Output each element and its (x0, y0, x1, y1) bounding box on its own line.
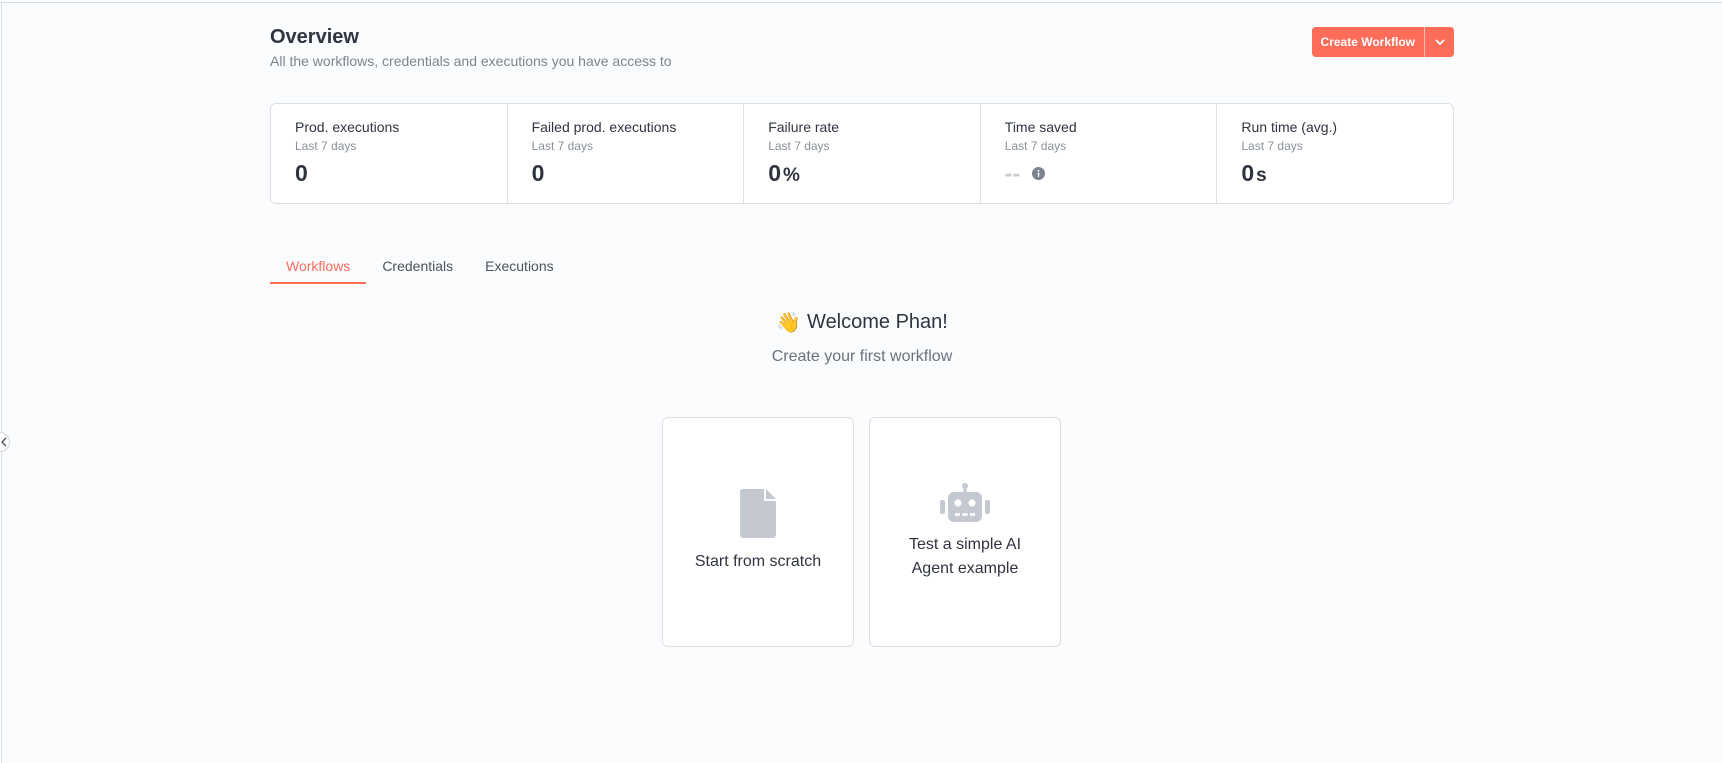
robot-icon (940, 483, 990, 523)
stat-period: Last 7 days (768, 139, 830, 153)
stat-value: -- (1005, 159, 1193, 187)
sidebar-collapse-toggle[interactable] (0, 432, 10, 452)
welcome-subtitle: Create your first workflow (771, 348, 953, 365)
create-workflow-button[interactable]: Create Workflow (1311, 27, 1424, 57)
tab-executions[interactable]: Executions (469, 252, 569, 284)
stat-period: Last 7 days (1004, 139, 1067, 153)
chevron-left-icon (1, 437, 7, 447)
stat-unit: % (782, 165, 800, 186)
stat-value: 0 % (768, 159, 956, 190)
sidebar-edge (1, 3, 2, 763)
stat-value: 0 s (1241, 159, 1429, 190)
stat-unit: s (1256, 165, 1267, 186)
stat-failed-prod-executions[interactable]: Failed prod. executions Last 7 days 0 (508, 104, 745, 203)
chevron-down-icon (1435, 39, 1444, 45)
card-label: Test a simple AI Agent example (908, 536, 1022, 577)
stat-label: Failed prod. executions (531, 119, 677, 135)
stat-period: Last 7 days (531, 139, 593, 153)
stat-period: Last 7 days (295, 139, 357, 153)
stat-time-saved[interactable]: Time saved Last 7 days -- (981, 104, 1218, 203)
stat-run-time-avg[interactable]: Run time (avg.) Last 7 days 0 s (1217, 104, 1453, 203)
tab-workflows[interactable]: Workflows (270, 252, 367, 284)
file-icon (740, 489, 776, 538)
card-label: Start from scratch (694, 553, 822, 570)
waving-hand-icon: 👋 (776, 312, 802, 334)
tab-credentials[interactable]: Credentials (366, 252, 469, 284)
stat-prod-executions[interactable]: Prod. executions Last 7 days 0 (271, 104, 508, 203)
stat-number: 0 (1241, 160, 1255, 186)
stat-label: Prod. executions (295, 119, 400, 135)
stat-number: 0 (295, 160, 308, 186)
starter-cards: Start from scratch Test a simple AI Agen… (662, 417, 1061, 647)
ai-agent-example-card[interactable]: Test a simple AI Agent example (869, 417, 1061, 647)
welcome-title: Welcome Phan! (807, 311, 948, 333)
welcome-heading: 👋 Welcome Phan! (270, 310, 1454, 335)
create-workflow-split-button: Create Workflow (1311, 27, 1454, 57)
stat-value: 0 (532, 159, 720, 187)
stat-number: 0 (768, 160, 781, 186)
info-icon[interactable] (1032, 166, 1046, 180)
insights-summary: Prod. executions Last 7 days 0 Failed pr… (270, 103, 1454, 204)
stat-failure-rate[interactable]: Failure rate Last 7 days 0 % (744, 104, 981, 203)
start-from-scratch-card[interactable]: Start from scratch (662, 417, 854, 647)
create-options-dropdown[interactable] (1425, 27, 1454, 57)
stat-number: 0 (531, 160, 545, 186)
stat-label: Run time (avg.) (1241, 119, 1338, 135)
overview-tabs: Workflows Credentials Executions (270, 252, 570, 284)
stat-label: Failure rate (768, 119, 839, 135)
page-subtitle: All the workflows, credentials and execu… (270, 53, 672, 69)
stat-label: Time saved (1004, 119, 1077, 135)
stat-value: 0 (295, 159, 483, 187)
page-title: Overview (270, 26, 359, 48)
stat-number: -- (1004, 160, 1021, 186)
main-content: Overview All the workflows, credentials … (270, 0, 1454, 763)
stat-period: Last 7 days (1241, 139, 1303, 153)
